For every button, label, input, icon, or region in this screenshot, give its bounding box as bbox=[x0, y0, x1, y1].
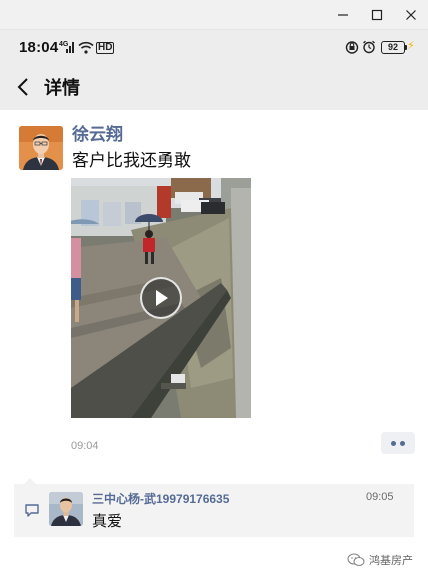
back-button[interactable] bbox=[12, 74, 34, 100]
post-video[interactable] bbox=[71, 178, 251, 418]
status-time: 18:04 bbox=[19, 39, 59, 56]
wechat-icon bbox=[347, 553, 365, 567]
wifi-icon bbox=[78, 41, 94, 54]
author-avatar[interactable] bbox=[19, 126, 63, 170]
comment-icon bbox=[25, 504, 39, 517]
play-icon bbox=[156, 290, 168, 306]
post-text: 客户比我还勇敢 bbox=[72, 151, 191, 170]
nfc-icon bbox=[345, 41, 359, 54]
minimize-icon bbox=[338, 14, 348, 16]
comment-avatar[interactable] bbox=[49, 492, 83, 526]
charging-icon: ⚡ bbox=[407, 40, 415, 52]
post-author-name[interactable]: 徐云翔 bbox=[72, 120, 123, 145]
signal-icon: 4G bbox=[59, 40, 76, 54]
status-bar: 18:04 4G HD 92 ⚡ bbox=[0, 30, 428, 64]
signal-label: 4G bbox=[59, 41, 69, 48]
minimize-button[interactable] bbox=[331, 3, 355, 27]
more-dots-icon bbox=[400, 440, 405, 446]
close-button[interactable] bbox=[399, 3, 423, 27]
post-time: 09:04 bbox=[71, 440, 99, 452]
page-title: 详情 bbox=[44, 78, 80, 98]
network-label: HD bbox=[96, 42, 115, 54]
comment-text: 真爱 bbox=[92, 513, 123, 530]
watermark-text: 鸿基房产 bbox=[369, 555, 413, 567]
alarm-icon bbox=[362, 40, 376, 54]
maximize-button[interactable] bbox=[365, 3, 389, 27]
window-title-bar bbox=[0, 0, 428, 30]
comment-author-name[interactable]: 三中心杨-武19979176635 bbox=[92, 490, 229, 507]
maximize-icon bbox=[371, 9, 383, 21]
more-dots-icon bbox=[391, 440, 396, 446]
comment-time: 09:05 bbox=[366, 491, 394, 503]
play-button[interactable] bbox=[140, 277, 182, 319]
battery-level: 92 bbox=[387, 42, 398, 52]
comment-section: 三中心杨-武19979176635 09:05 真爱 bbox=[14, 484, 414, 537]
watermark: 鸿基房产 bbox=[347, 552, 413, 568]
nav-bar: 详情 bbox=[0, 64, 428, 110]
close-icon bbox=[406, 10, 416, 20]
battery-icon: 92 bbox=[381, 41, 405, 54]
chevron-left-icon bbox=[17, 78, 28, 96]
more-actions-button[interactable] bbox=[381, 432, 415, 454]
